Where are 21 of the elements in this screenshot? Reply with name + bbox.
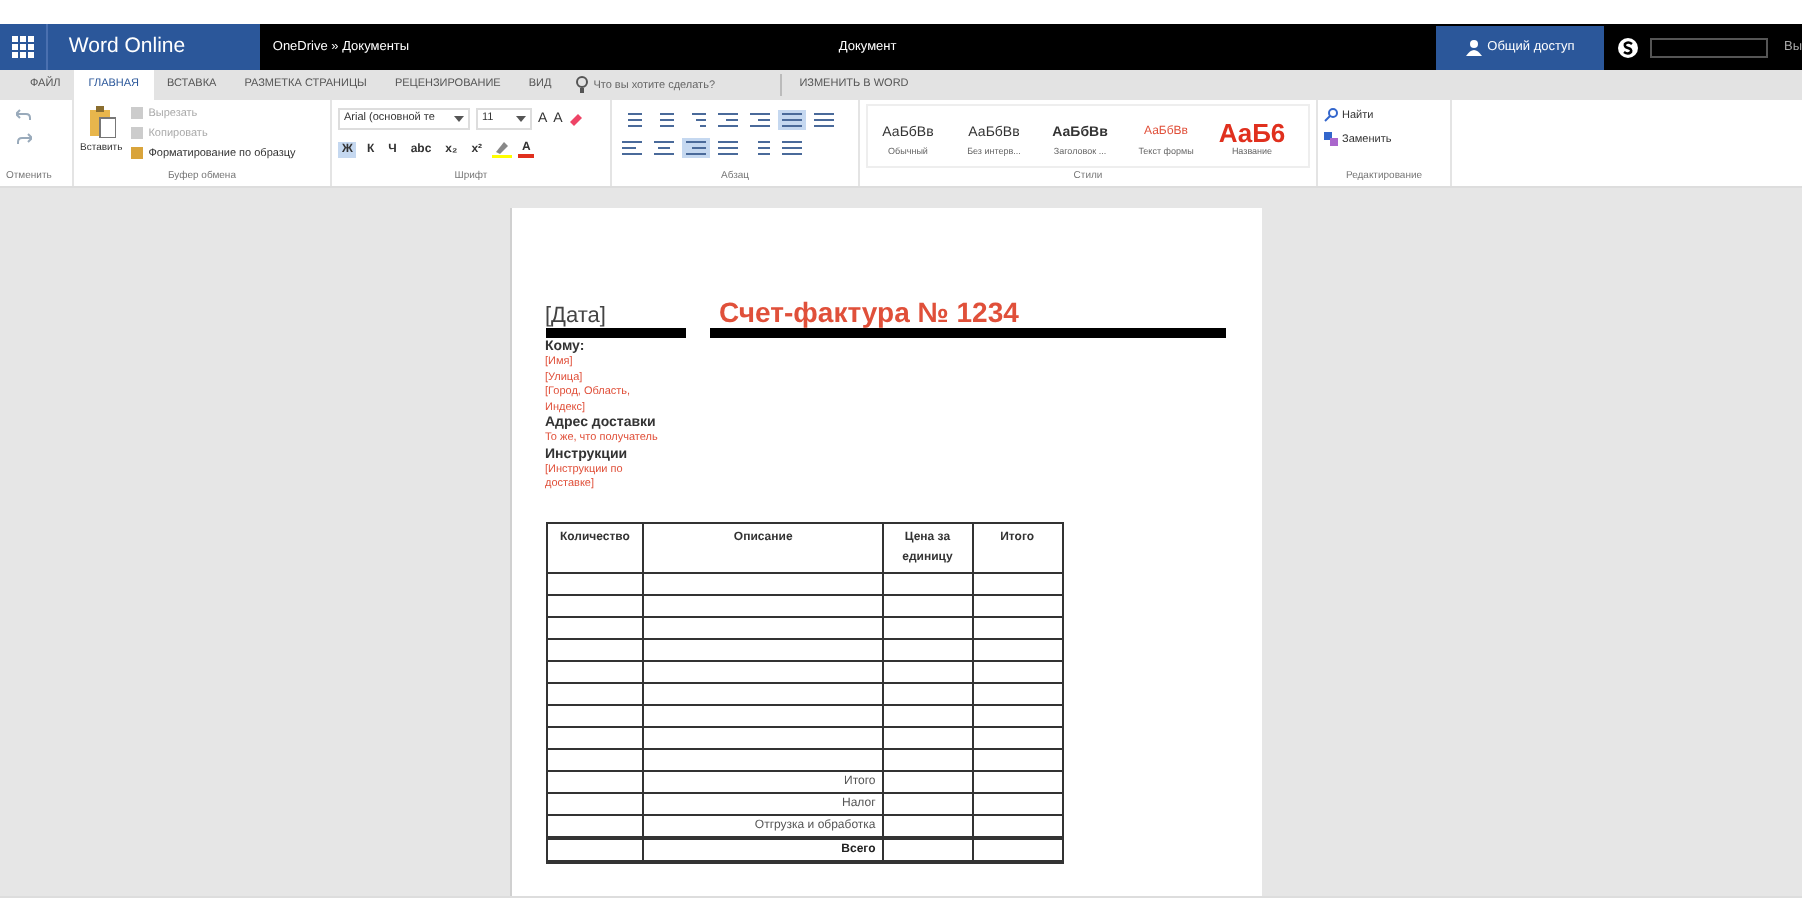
- justify-icon[interactable]: [714, 138, 742, 158]
- date-field[interactable]: [Дата]: [545, 304, 685, 328]
- eraser-icon[interactable]: [568, 111, 585, 127]
- app-name[interactable]: Word Online: [48, 24, 261, 70]
- app-launcher-icon[interactable]: [0, 24, 49, 70]
- center-icon[interactable]: [650, 138, 678, 158]
- caret-icon: [516, 116, 526, 122]
- right-icon[interactable]: [682, 138, 710, 158]
- lightbulb-icon: [575, 76, 588, 94]
- person-icon: [1465, 39, 1482, 55]
- highlighter-icon[interactable]: [492, 140, 513, 158]
- left-icon[interactable]: [618, 138, 646, 158]
- replace-icon: [1324, 132, 1338, 146]
- outdent-icon[interactable]: [714, 110, 742, 130]
- indent-icon[interactable]: [746, 110, 774, 130]
- caret-icon: [454, 116, 464, 122]
- chat-icon[interactable]: [1617, 37, 1638, 57]
- invoice-title: Счет-фактура № 1234: [717, 296, 1021, 328]
- search-icon: [1324, 108, 1338, 122]
- clipboard-icon: [87, 106, 116, 138]
- account-name-block: [1650, 37, 1768, 57]
